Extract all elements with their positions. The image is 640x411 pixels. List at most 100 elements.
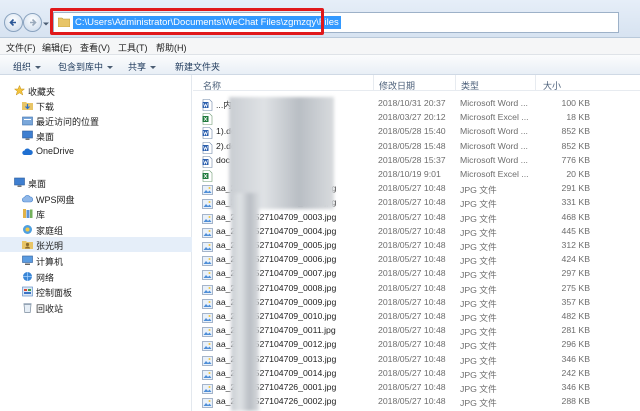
share-label: 共享 [128,62,147,72]
menu-edit[interactable]: 编辑(E) [42,41,72,54]
sidebar-item-library[interactable]: 库 [0,206,192,221]
file-type: JPG 文件 [460,341,497,352]
network-icon [23,272,32,281]
file-date: 2018/05/27 10:48 [378,325,446,336]
sidebar-item-label: 桌面 [36,132,55,142]
file-row[interactable]: aa_20180527104709_0004.jpg 2018/05/27 10:… [193,224,640,238]
file-size: 288 KB [561,396,591,407]
sidebar-item-wps[interactable]: WPS网盘 [0,191,192,206]
sidebar-item-control-panel[interactable]: 控制面板 [0,284,192,299]
file-row[interactable]: aa_20180527104709_0006.jpg 2018/05/27 10:… [193,252,640,266]
include-label: 包含到库中 [58,62,104,72]
file-row[interactable]: aa_20180527104709_0013.jpg 2018/05/27 10:… [193,352,640,366]
wps-cloud-icon [22,195,33,203]
new-folder-button[interactable]: 新建文件夹 [175,60,220,73]
file-type: JPG 文件 [460,199,497,210]
recent-places-icon [22,116,33,126]
sidebar-item-network[interactable]: 网络 [0,269,192,284]
file-date: 2018/05/27 10:48 [378,353,446,364]
file-row[interactable]: aa_20180527104709_0005.jpg 2018/05/27 10:… [193,238,640,252]
file-type: JPG 文件 [460,384,497,394]
file-type: JPG 文件 [460,270,497,281]
forward-button[interactable] [23,13,42,32]
sidebar-item-label: 家庭组 [36,226,64,236]
address-bar-region: C:\Users\Administrator\Documents\WeChat … [0,0,640,38]
file-type: JPG 文件 [460,242,497,252]
sidebar-item-onedrive[interactable]: OneDrive [0,144,192,159]
folder-icon [58,17,70,27]
menu-view[interactable]: 查看(V) [80,41,110,54]
downloads-folder-icon [22,102,33,110]
sidebar-item-favorites[interactable]: 收藏夹 [0,83,192,98]
address-path-text[interactable]: C:\Users\Administrator\Documents\WeChat … [73,16,341,29]
recent-pages-dropdown-icon[interactable] [42,20,50,28]
file-size: 468 KB [561,211,591,222]
file-date: 2018/05/27 10:48 [378,254,446,265]
column-divider[interactable] [373,75,374,91]
file-type: Microsoft Word ... [460,126,528,137]
file-size: 281 KB [561,325,591,336]
menu-tools[interactable]: 工具(T) [118,41,148,54]
sidebar-item-homegroup[interactable]: 家庭组 [0,222,192,237]
command-toolbar: 组织 包含到库中 共享 新建文件夹 [0,55,640,75]
file-type: JPG 文件 [460,185,497,196]
desktop-icon [14,177,25,187]
file-row[interactable]: aa_20180527104709_0008.jpg 2018/05/27 10:… [193,281,640,295]
file-row[interactable]: aa_20180527104709_0007.jpg 2018/05/27 10:… [193,266,640,280]
homegroup-icon [23,225,32,234]
file-row[interactable]: aa_20180527104709_0009.jpg 2018/05/27 10:… [193,295,640,309]
file-type: JPG 文件 [460,213,497,224]
back-button[interactable] [4,13,23,32]
file-type: Microsoft Excel ... [460,112,529,123]
file-size: 346 KB [561,382,591,392]
sidebar-item-desktop[interactable]: 桌面 [0,175,192,190]
file-size: 424 KB [561,254,591,265]
sidebar-item-computer[interactable]: 计算机 [0,253,192,268]
column-header-type[interactable]: 类型 [461,79,479,92]
address-input[interactable]: C:\Users\Administrator\Documents\WeChat … [53,12,619,33]
sidebar-item-recent[interactable]: 最近访问的位置 [0,113,192,128]
file-date: 2018/05/28 15:40 [378,126,446,137]
file-row[interactable]: aa_20180527104709_0003.jpg 2018/05/27 10:… [193,210,640,224]
sidebar-item-downloads[interactable]: 下载 [0,98,192,113]
sidebar-item-desktop-favorite[interactable]: 桌面 [0,128,192,143]
organize-label: 组织 [13,62,32,72]
cloud-icon [22,148,33,155]
file-date: 2018/10/31 20:37 [378,98,446,108]
menu-file[interactable]: 文件(F) [6,41,36,54]
forward-arrow-icon [30,18,37,27]
file-size: 291 KB [561,183,591,194]
sidebar-item-label: 网络 [36,273,55,283]
control-panel-icon [22,286,33,297]
file-row[interactable]: aa_20180527104709_0012.jpg 2018/05/27 10:… [193,337,640,351]
menu-help[interactable]: 帮助(H) [156,41,187,54]
file-size: 242 KB [561,367,591,378]
sidebar-item-recycle-bin[interactable]: 回收站 [0,300,192,315]
sidebar-item-label: 收藏夹 [28,87,56,97]
file-row[interactable]: aa_20180527104709_0010.jpg 2018/05/27 10:… [193,309,640,323]
file-row[interactable]: aa_20180527104726_0002.jpg 2018/05/27 10:… [193,394,640,408]
column-divider[interactable] [535,75,536,91]
column-header-name[interactable]: 名称 [203,79,221,92]
file-list: 名称 修改日期 类型 大小 ...内通知(...2018/10/31 20:37… [193,75,640,411]
column-header-size[interactable]: 大小 [543,79,561,92]
sidebar-item-user[interactable]: 张光明 [0,237,192,252]
include-in-library-button[interactable]: 包含到库中 [58,60,114,73]
file-row[interactable]: aa_20180527104726_0001.jpg 2018/05/27 10:… [193,380,640,394]
file-size: 852 KB [561,126,591,137]
organize-button[interactable]: 组织 [13,60,42,73]
share-button[interactable]: 共享 [128,60,157,73]
file-row[interactable]: aa_20180527104709_0011.jpg 2018/05/27 10:… [193,323,640,337]
file-row[interactable]: aa_20180527104709_0014.jpg 2018/05/27 10:… [193,366,640,380]
navigation-pane: 收藏夹 下载 最近访问的位置 桌面 OneDrive 桌面 WPS网盘 库 家庭… [0,75,192,411]
file-size: 331 KB [561,197,591,208]
file-date: 2018/05/27 10:48 [378,197,446,208]
column-divider[interactable] [455,75,456,91]
recycle-bin-icon [23,303,32,313]
file-date: 2018/05/27 10:48 [378,296,446,307]
sidebar-item-label: WPS网盘 [36,195,75,205]
column-header-date[interactable]: 修改日期 [379,79,415,92]
file-date: 2018/05/27 10:48 [378,240,446,250]
chevron-down-icon [35,66,42,70]
file-date: 2018/05/27 10:48 [378,282,446,293]
